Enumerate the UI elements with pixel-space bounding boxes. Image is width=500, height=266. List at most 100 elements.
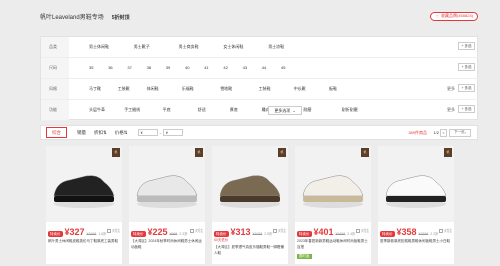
filter-option[interactable]: 板鞋 [329,86,337,92]
sort-default[interactable]: 综合 [46,127,67,138]
filter-row-0: 品类 男士休闲鞋 男士靴子 男士商务鞋 女士休闲鞋 男士凉鞋 + 多选 [41,37,479,58]
compare-label: 对比 [195,228,203,233]
filter-option[interactable]: 舒适 [198,107,206,113]
product-title[interactable]: 【大湾区】夏季透气真皮乐福鞋男鞋一脚蹬懒人鞋 [214,245,286,256]
filter-option[interactable]: 38 [147,65,151,70]
product-image[interactable]: 帆 [129,146,205,222]
filter-row-1: 尺码 35 36 37 38 39 40 41 42 43 44 45 + 多选 [41,58,479,79]
filter-option[interactable]: 手工缝线 [124,107,140,113]
product-image[interactable]: 帆 [212,146,288,222]
price-row: 特卖价 ¥313 ¥1098 2.8折 [214,227,273,237]
filter-option[interactable]: 39 [166,65,170,70]
sort-arrow-icon: ⇅ [103,129,107,135]
product-title[interactable]: 夏季新款厚底松糕鞋男鞋休闲板鞋男士小白鞋 [380,239,452,245]
checkbox-icon [356,229,360,233]
price-tag: 特卖价 [380,231,395,237]
sort-discount[interactable]: 折扣 ⇅ [90,127,111,138]
chevron-down-icon: ⌄ [292,108,296,113]
filter-option[interactable]: 40 [185,65,189,70]
product-image[interactable]: 帆 [46,146,122,222]
filter-label: 功能 [41,100,69,120]
sort-price[interactable]: 价格 ⇅ [111,127,132,138]
product-card[interactable]: 帆 特卖价 ¥313 ¥1098 2.8折 对比 60天低价 【大湾区】夏季透气… [212,146,288,264]
compare-checkbox[interactable]: 对比 [356,228,369,234]
product-image[interactable]: 帆 [295,146,371,222]
brand-header: 帆叶Leaveland男鞋专场 5折封顶 ♡ 收藏品牌(455824) [40,9,478,23]
brand-name: 帆叶Leaveland男鞋专场 [40,14,104,21]
product-image[interactable]: 帆 [378,146,454,222]
filter-option[interactable]: 耐磨 [303,107,311,113]
filter-option[interactable]: 工装靴 [118,86,130,92]
filter-option[interactable]: 45 [281,65,285,70]
original-price: ¥1598 [418,232,429,236]
original-price: ¥998 [169,232,178,236]
brand-title: 帆叶Leaveland男鞋专场 5折封顶 [40,12,129,21]
filter-more-link[interactable]: 更多 [447,86,455,92]
price-max-input[interactable]: ¥ [162,129,183,136]
product-title[interactable]: 2023年春夏新款男鞋运动鞋休闲时尚板鞋男士百搭 [297,239,369,250]
favorite-label: 收藏品牌(455824) [440,13,473,18]
next-page-button[interactable]: 下一页 › [449,128,471,137]
price-min-input[interactable]: ¥ [137,129,158,136]
compare-checkbox[interactable]: 对比 [439,228,452,234]
filter-more-link[interactable]: 更多 [447,107,455,113]
sale-price: ¥225 [147,227,168,237]
heart-icon: ♡ [435,13,439,19]
product-card[interactable]: 帆 特卖价 ¥401 ¥1698 2.4折 对比 2023年春夏新款男鞋运动鞋休… [295,146,371,264]
sort-discount-label: 折扣 [94,129,103,135]
compare-checkbox[interactable]: 对比 [107,228,120,234]
filter-option[interactable]: 耐折耐磨 [342,107,358,113]
filter-option[interactable]: 男士靴子 [134,44,150,50]
sort-sales[interactable]: 销量 [73,127,90,138]
filter-option[interactable]: 男士休闲鞋 [89,44,109,50]
compare-label: 对比 [444,228,452,233]
product-card[interactable]: 帆 特卖价 ¥358 ¥1598 2.2折 对比 夏季新款厚底松糕鞋男鞋休闲板鞋… [378,146,454,264]
compare-checkbox[interactable]: 对比 [273,228,286,234]
multi-select-button[interactable]: + 多选 [458,105,475,113]
sale-price: ¥401 [313,227,334,237]
price-row: 特卖价 ¥358 ¥1598 2.2折 [380,227,439,237]
product-card[interactable]: 帆 特卖价 ¥327 ¥1998 1.6折 对比 帆叶男士休闲鞋皮鞋英伦马丁鞋厚… [46,146,122,264]
filter-option[interactable]: 男士凉鞋 [268,44,284,50]
filter-option[interactable]: 43 [243,65,247,70]
brand-badge-icon: 帆 [278,148,286,157]
brand-badge-icon: 帆 [112,148,120,157]
favorite-brand-button[interactable]: ♡ 收藏品牌(455824) [430,11,478,21]
original-price: ¥1098 [252,232,263,236]
discount-rate: 2.8折 [264,232,273,236]
multi-select-button[interactable]: + 多选 [458,42,475,50]
promo-badge: 限时返 [297,254,312,259]
filter-option[interactable]: 工装鞋 [259,86,271,92]
filter-option[interactable]: 男士商务鞋 [179,44,199,50]
filter-option[interactable]: 头层牛革 [89,107,105,113]
discount-rate: 2.3折 [179,232,188,236]
compare-checkbox[interactable]: 对比 [190,228,203,234]
filter-values: 头层牛革 手工缝线 平底 舒适 厚底 雕花 耐磨 耐折耐磨 [89,100,429,120]
prev-page-button[interactable]: < [440,128,447,137]
filter-option[interactable]: 44 [262,65,266,70]
product-title[interactable]: 帆叶男士休闲鞋皮鞋英伦马丁鞋厚底工装男鞋 [48,239,120,245]
filter-option[interactable]: 厚底 [230,107,238,113]
sale-price: ¥358 [396,227,417,237]
filter-option[interactable]: 37 [127,65,131,70]
filter-option[interactable]: 36 [108,65,112,70]
discount-rate: 2.4折 [347,232,356,236]
result-count-value: 389件商品 [408,129,427,135]
filter-option[interactable]: 42 [223,65,227,70]
product-card[interactable]: 帆 特卖价 ¥225 ¥998 2.3折 对比 【大湾区】2024年秋季时尚休闲… [129,146,205,264]
filter-option[interactable]: 平底 [163,107,171,113]
filter-option[interactable]: 雪地靴 [220,86,232,92]
filter-option[interactable]: 休闲鞋 [147,86,159,92]
multi-select-button[interactable]: + 多选 [458,84,475,92]
filter-option[interactable]: 乐福鞋 [182,86,194,92]
filter-values: 男士休闲鞋 男士靴子 男士商务鞋 女士休闲鞋 男士凉鞋 [89,37,429,57]
filter-option[interactable]: 35 [89,65,93,70]
multi-select-button[interactable]: + 多选 [458,63,475,71]
filter-option[interactable]: 女士休闲鞋 [223,44,243,50]
filter-option[interactable]: 马丁靴 [89,86,101,92]
product-title[interactable]: 【大湾区】2024年秋季时尚休闲鞋男士休闲运动板鞋 [131,239,203,250]
filter-option[interactable]: 41 [204,65,208,70]
sort-arrow-icon: ⇅ [123,129,128,135]
filter-option[interactable]: 中长靴 [294,86,306,92]
more-options-button[interactable]: 更多选项 ⌄ [268,106,302,115]
